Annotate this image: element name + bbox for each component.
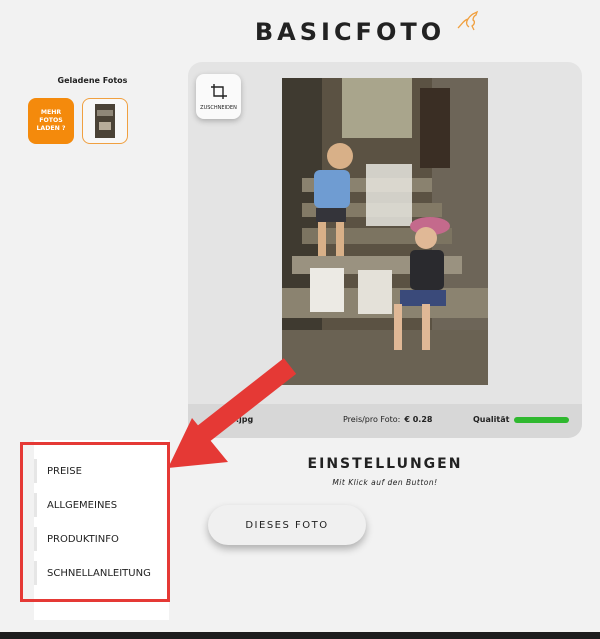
crop-label: ZUSCHNEIDEN [200, 104, 237, 111]
settings-subtitle: Mit Klick auf den Button! [332, 478, 438, 487]
quality-label: Qualität [473, 415, 510, 424]
crop-icon [210, 83, 227, 99]
kangaroo-icon [457, 10, 479, 31]
this-photo-button[interactable]: DIESES FOTO [208, 505, 366, 545]
crop-button[interactable]: ZUSCHNEIDEN [196, 74, 241, 119]
price-value: € 0.28 [404, 415, 433, 424]
photo-preview [282, 78, 488, 385]
file-name: .jpg [236, 415, 254, 424]
settings-title: EINSTELLUNGEN [307, 456, 463, 472]
highlight-box [20, 442, 170, 602]
load-more-photos-button[interactable]: MEHR FOTOS LADEN ? [28, 98, 74, 144]
app-logo: BASICFOTO [254, 18, 446, 46]
photo-thumbnail[interactable] [82, 98, 128, 144]
thumbnail-image [95, 104, 115, 138]
bottom-strip [0, 632, 600, 639]
price-label: Preis/pro Foto: [343, 415, 401, 424]
price-info: Preis/pro Foto: € 0.28 [343, 415, 432, 424]
loaded-photos-title: Geladene Fotos [57, 76, 128, 85]
quality-bar [514, 417, 569, 423]
photo-info-bar: .jpg Preis/pro Foto: € 0.28 Qualität [188, 404, 582, 438]
